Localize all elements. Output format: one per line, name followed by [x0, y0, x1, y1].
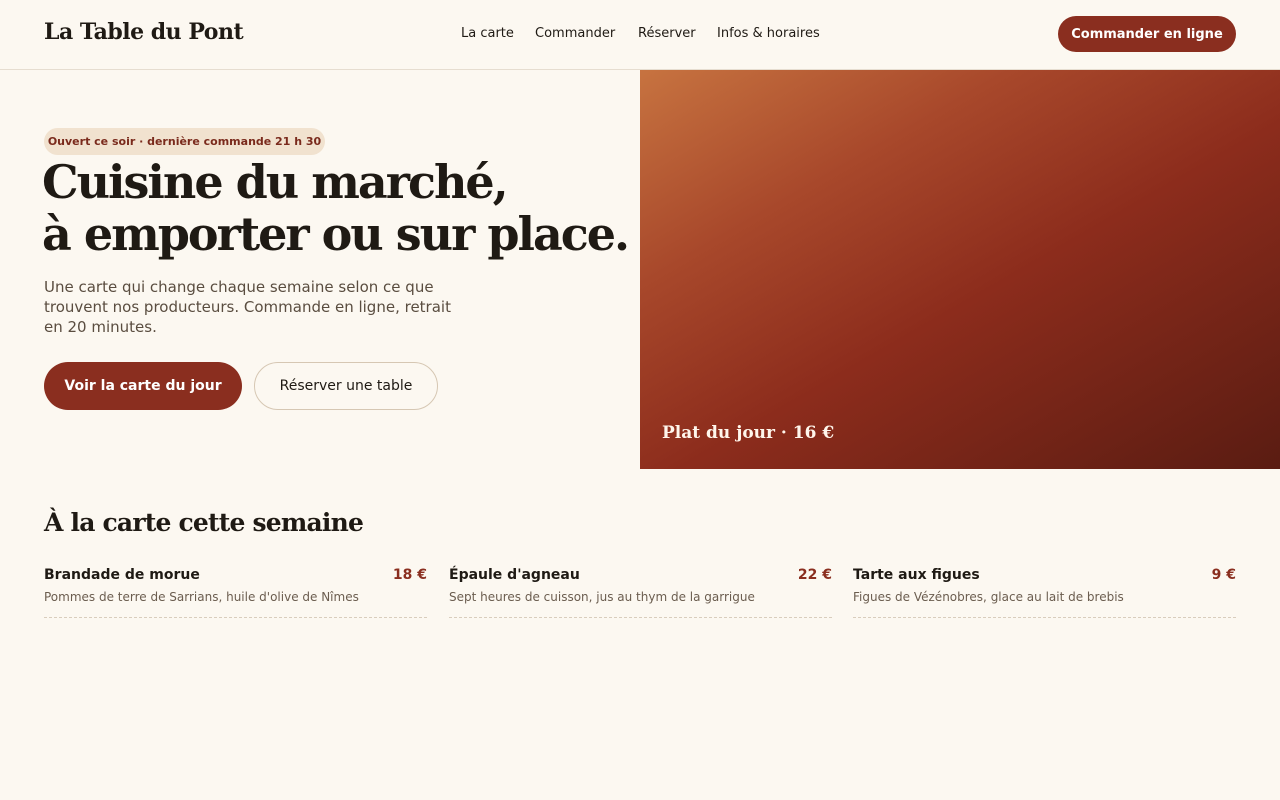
open-status-badge: Ouvert ce soir · dernière commande 21 h … [44, 128, 325, 155]
menu-item-description: Figues de Vézénobres, glace au lait de b… [853, 590, 1124, 604]
book-table-button[interactable]: Réserver une table [254, 362, 438, 410]
nav-item-infos-horaires[interactable]: Infos & horaires [717, 26, 820, 41]
hero-title-line-2: à emporter ou sur place. [42, 207, 630, 261]
menu-item-price: 22 € [797, 567, 832, 583]
hero-title-line-1: Cuisine du marché, [42, 155, 509, 209]
view-menu-button[interactable]: Voir la carte du jour [44, 362, 242, 410]
menu-item[interactable]: Tarte aux figues 9 € Figues de Vézénobre… [853, 566, 1236, 618]
menu-item-price: 9 € [1211, 567, 1236, 583]
nav-item-la-carte[interactable]: La carte [461, 26, 514, 41]
menu-item-price: 18 € [392, 567, 427, 583]
site-header: La Table du Pont La carte Commander Rése… [0, 0, 1280, 70]
menu-item-description: Pommes de terre de Sarrians, huile d'oli… [44, 590, 359, 604]
menu-item[interactable]: Brandade de morue 18 € Pommes de terre d… [44, 566, 427, 618]
nav-item-reserver[interactable]: Réserver [638, 26, 696, 41]
hero-subtitle: Une carte qui change chaque semaine selo… [44, 278, 451, 336]
menu-item-name: Tarte aux figues [853, 567, 980, 583]
dish-of-the-day-caption: Plat du jour · 16 € [662, 423, 835, 443]
order-online-button[interactable]: Commander en ligne [1058, 16, 1236, 52]
dish-of-the-day-image: Plat du jour · 16 € [640, 70, 1280, 469]
menu-item[interactable]: Épaule d'agneau 22 € Sept heures de cuis… [449, 566, 832, 618]
nav-item-commander[interactable]: Commander [535, 26, 615, 41]
hero-title: Cuisine du marché, à emporter ou sur pla… [42, 156, 632, 260]
menu-item-description: Sept heures de cuisson, jus au thym de l… [449, 590, 755, 604]
menu-section-title: À la carte cette semaine [44, 508, 364, 537]
menu-item-name: Épaule d'agneau [449, 567, 580, 583]
menu-item-name: Brandade de morue [44, 567, 200, 583]
